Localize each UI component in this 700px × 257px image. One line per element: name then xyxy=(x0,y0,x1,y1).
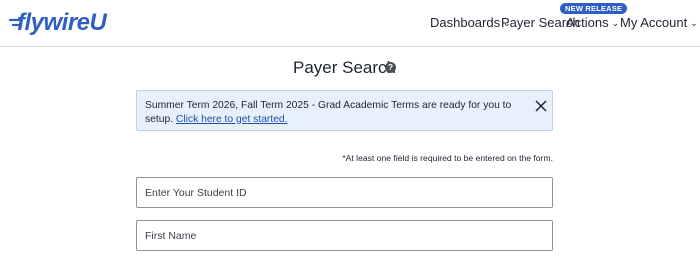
flywireu-logo[interactable]: flywireU xyxy=(8,6,114,36)
svg-text:flywireU: flywireU xyxy=(17,9,108,36)
chevron-down-icon: ⌄ xyxy=(611,18,620,28)
nav-dashboards[interactable]: Dashboards ⌄ xyxy=(430,15,511,30)
chevron-down-icon: ⌄ xyxy=(690,18,698,28)
nav-actions[interactable]: Actions ⌄ xyxy=(566,15,619,30)
nav-my-account[interactable]: My Account ⌄ xyxy=(620,15,698,30)
get-started-link[interactable]: Click here to get started. xyxy=(176,114,288,125)
help-icon[interactable]: ? xyxy=(385,62,396,73)
nav-my-account-label: My Account xyxy=(620,15,688,30)
nav-actions-label: Actions xyxy=(566,15,609,30)
first-name-input[interactable] xyxy=(136,220,553,251)
close-icon[interactable] xyxy=(533,98,549,114)
new-release-badge: NEW RELEASE xyxy=(560,3,628,14)
nav-dashboards-label: Dashboards xyxy=(430,15,501,30)
student-id-input[interactable] xyxy=(136,177,553,208)
page-title: Payer Search xyxy=(293,58,396,77)
banner-message: Summer Term 2026, Fall Term 2025 - Grad … xyxy=(145,99,530,126)
top-header: flywireU Dashboards ⌄ Payer Search NEW RE… xyxy=(0,0,700,47)
required-note: *At least one field is required to be en… xyxy=(342,153,553,163)
info-banner: Summer Term 2026, Fall Term 2025 - Grad … xyxy=(136,90,553,131)
